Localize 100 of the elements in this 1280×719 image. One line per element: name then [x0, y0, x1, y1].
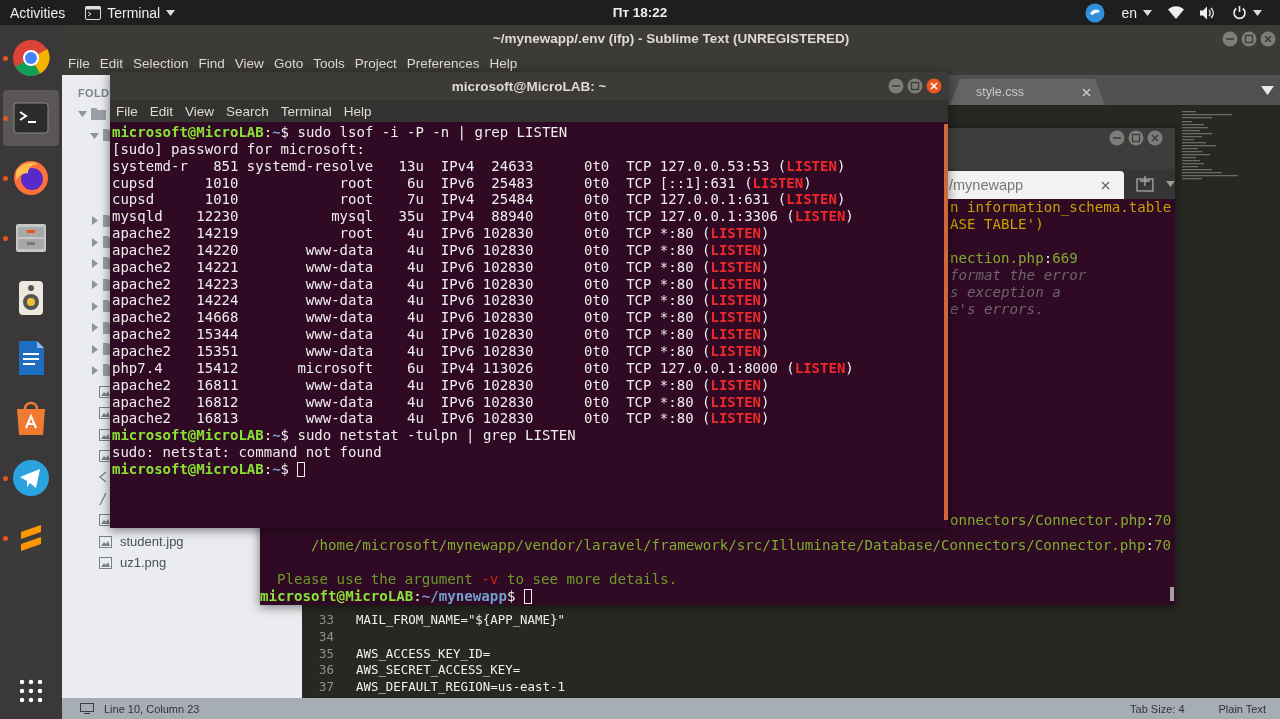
new-tab-icon[interactable]: [1136, 176, 1155, 193]
collapsed-arrow-icon[interactable]: [90, 280, 99, 290]
dropdown-icon[interactable]: [1261, 85, 1274, 95]
expanded-arrow-icon[interactable]: [90, 130, 99, 140]
menu-item[interactable]: Tools: [313, 56, 345, 71]
menu-item[interactable]: Search: [226, 103, 269, 119]
menu-item[interactable]: Help: [489, 56, 518, 71]
image-file-icon: [99, 449, 112, 462]
file-name[interactable]: uz1.png: [120, 555, 167, 571]
menu-item[interactable]: Preferences: [406, 56, 480, 71]
terminal-line: apache2 16813 www-data 4u IPv6 102830 0t0 TCP *:80 (LISTEN): [112, 410, 771, 428]
minimize-button[interactable]: [1109, 130, 1125, 146]
collapsed-arrow-icon[interactable]: [90, 344, 99, 354]
tab-size-button[interactable]: Tab Size: 4: [1130, 702, 1185, 715]
minimize-button[interactable]: [1222, 31, 1238, 47]
monitor-icon[interactable]: [80, 703, 94, 714]
caret-icon: [1253, 9, 1262, 16]
menu-item[interactable]: File: [68, 56, 90, 71]
window-title: ~/mynewapp/.env (ifp) - Sublime Text (UNREGISTERED): [492, 31, 850, 46]
terminal-line: apache2 16812 www-data 4u IPv6 102830 0t0 TCP *:80 (LISTEN): [112, 393, 771, 411]
line-number: 34: [318, 628, 334, 644]
terminal-line: onnectors/Connector.php:70: [950, 512, 1173, 529]
terminal-line: microsoft@MicroLAB:~$ sudo lsof -i -P -n | grep LISTEN: [112, 124, 569, 141]
menu-item[interactable]: Find: [198, 56, 225, 71]
menu-item[interactable]: File: [116, 103, 138, 119]
scrollbar-thumb[interactable]: [944, 124, 948, 520]
terminal-line: apache2 15344 www-data 4u IPv6 102830 0t0 TCP *:80 (LISTEN): [112, 326, 771, 343]
image-file-icon: [99, 514, 112, 527]
terminal-line: format the error: [950, 267, 1088, 284]
terminal-icon: [85, 5, 102, 20]
code-line: AWS_DEFAULT_REGION=us-east-1: [356, 679, 565, 695]
collapsed-arrow-icon[interactable]: [90, 258, 99, 268]
code-line: AWS_ACCESS_KEY_ID=: [356, 645, 491, 661]
collapsed-arrow-icon[interactable]: [90, 216, 99, 226]
globe-icon: [11, 158, 51, 198]
terminal-line: apache2 16811 www-data 4u IPv6 102830 0t0 TCP *:80 (LISTEN): [112, 376, 771, 394]
terminal-line: nection.php:669: [950, 250, 1079, 267]
activities-button[interactable]: Activities: [10, 4, 66, 21]
collapsed-arrow-icon[interactable]: [90, 301, 99, 311]
syntax-button[interactable]: Plain Text: [1218, 702, 1266, 715]
tab-label: /mynewapp: [949, 177, 1024, 193]
menu-item[interactable]: View: [185, 103, 215, 119]
code-line: AWS_SECRET_ACCESS_KEY=: [356, 662, 521, 678]
minimize-button[interactable]: [888, 78, 904, 94]
folder-icon: [91, 107, 106, 120]
menu-item[interactable]: Help: [343, 103, 372, 119]
terminal-line: microsoft@MicroLAB:~$: [112, 460, 291, 478]
terminal-line: ASE TABLE'): [950, 216, 1045, 233]
tab[interactable]: /mynewapp: [945, 171, 1125, 199]
image-file-icon: [99, 407, 112, 420]
file-name[interactable]: student.jpg: [120, 534, 184, 549]
terminal-line: systemd-r 851 systemd-resolve 13u IPv4 24633 0t0 TCP 127.0.0.53:53 (LISTEN): [112, 157, 847, 175]
status-icon[interactable]: [1085, 2, 1106, 23]
terminal-line: cupsd 1010 root 6u IPv6 25483 0t0 TCP [::1]:631 (LISTEN): [112, 174, 813, 192]
terminal-line: [sudo] password for microsoft:: [112, 140, 366, 158]
menu-item[interactable]: Goto: [273, 56, 304, 71]
image-file-icon: [99, 428, 112, 441]
collapsed-arrow-icon[interactable]: [90, 237, 99, 247]
code-line: MAIL_FROM_NAME="${APP_NAME}": [356, 611, 565, 627]
cursor-position: Line 10, Column 23: [104, 702, 200, 715]
terminal-line: /home/microsoft/mynewapp/vendor/laravel/framework/src/Illuminate/Database/Connectors/Connector.php:70: [310, 537, 1172, 554]
terminal-line: apache2 14221 www-data 4u IPv6 102830 0t0 TCP *:80 (LISTEN): [112, 258, 771, 276]
terminal-line: apache2 14220 www-data 4u IPv6 102830 0t0 TCP *:80 (LISTEN): [112, 241, 771, 259]
collapsed-arrow-icon[interactable]: [90, 323, 99, 333]
menu-item[interactable]: Terminal: [280, 103, 332, 119]
menu-item[interactable]: Selection: [133, 56, 189, 71]
app-menu[interactable]: Terminal: [107, 4, 161, 21]
terminal-line: apache2 14223 www-data 4u IPv6 102830 0t0 TCP *:80 (LISTEN): [112, 275, 771, 293]
collapsed-arrow-icon[interactable]: [90, 365, 99, 375]
expanded-arrow-icon[interactable]: [78, 109, 87, 119]
scrollbar-thumb[interactable]: [1170, 587, 1174, 601]
maximize-button[interactable]: [1128, 130, 1144, 146]
image-file-icon: [99, 556, 112, 569]
close-icon[interactable]: [1101, 180, 1111, 190]
image-file-icon: [99, 535, 112, 548]
text-cursor: [297, 461, 306, 477]
terminal-line: apache2 14224 www-data 4u IPv6 102830 0t0 TCP *:80 (LISTEN): [112, 292, 771, 310]
terminal-line: microsoft@MicroLAB:~$ sudo netstat -tulpn | grep LISTEN: [112, 427, 577, 445]
close-button[interactable]: [926, 78, 942, 94]
terminal-line: mysqld 12230 mysql 35u IPv4 88940 0t0 TCP 127.0.0.1:3306 (LISTEN): [112, 208, 855, 226]
terminal-line: apache2 15351 www-data 4u IPv6 102830 0t0 TCP *:80 (LISTEN): [112, 342, 771, 360]
keyboard-layout[interactable]: en: [1121, 4, 1137, 21]
wifi-icon[interactable]: [1168, 6, 1184, 19]
image-file-icon: [99, 385, 112, 398]
line-number: 33: [318, 611, 334, 627]
terminal-line: n information_schema.table: [950, 199, 1173, 216]
menu-item[interactable]: Edit: [99, 56, 124, 71]
menu-item[interactable]: View: [234, 56, 264, 71]
paper-plane-icon: [11, 458, 51, 498]
power-icon[interactable]: [1232, 5, 1247, 20]
volume-icon[interactable]: [1200, 5, 1216, 20]
clock[interactable]: Пт 18:22: [612, 5, 668, 20]
menu-item[interactable]: Project: [354, 56, 397, 71]
terminal-line: php7.4 15412 microsoft 6u IPv4 113026 0t0 TCP 127.0.0.1:8000 (LISTEN): [112, 359, 855, 377]
tab[interactable]: style.css: [950, 79, 1105, 105]
menu-item[interactable]: Edit: [149, 103, 174, 119]
line-number: 35: [318, 645, 334, 661]
text-cursor: [523, 589, 532, 604]
terminal-line: cupsd 1010 root 7u IPv4 25484 0t0 TCP 127.0.0.1:631 (LISTEN): [112, 191, 847, 209]
maximize-button[interactable]: [1241, 31, 1257, 47]
